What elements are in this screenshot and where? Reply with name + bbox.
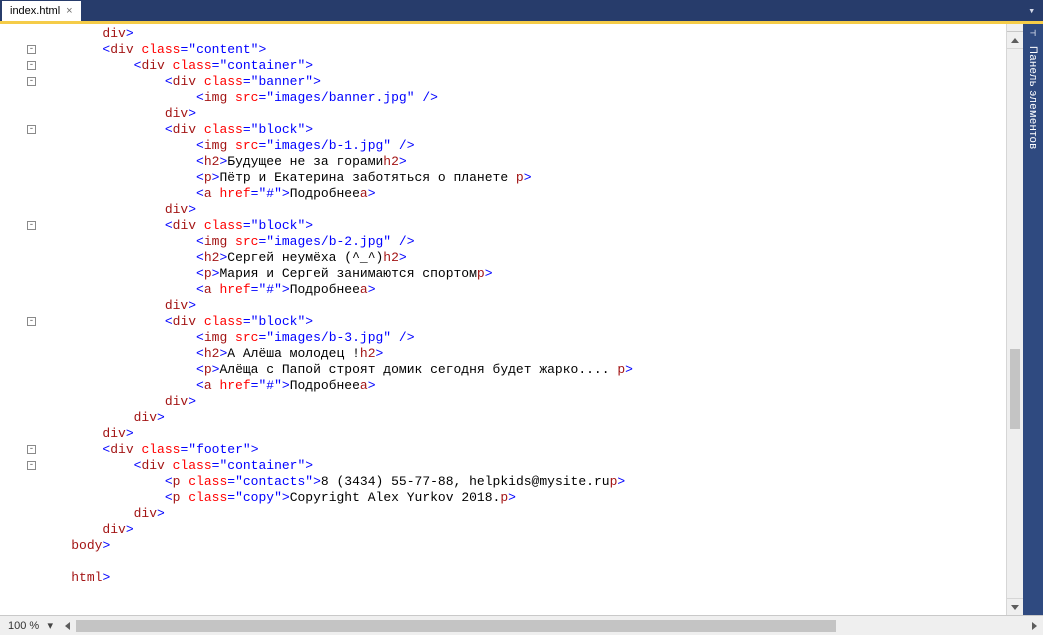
toolbox-collapsed-panel[interactable]: ⊣ Панель элементов <box>1023 24 1043 615</box>
code-line[interactable]: div> <box>40 410 1006 426</box>
code-line[interactable]: div> <box>40 202 1006 218</box>
tab-title: index.html <box>10 5 60 17</box>
code-line[interactable]: <div class="block"> <box>40 314 1006 330</box>
fold-toggle-icon[interactable]: - <box>27 77 36 86</box>
scroll-thumb[interactable] <box>1010 349 1020 429</box>
code-line[interactable]: <div class="block"> <box>40 122 1006 138</box>
zoom-level[interactable]: 100 % <box>0 620 45 632</box>
code-line[interactable]: div> <box>40 506 1006 522</box>
scroll-down-button[interactable] <box>1007 598 1023 615</box>
vertical-scrollbar[interactable] <box>1006 24 1023 615</box>
chevron-down-icon <box>1011 605 1019 610</box>
code-line[interactable]: <div class="content"> <box>40 42 1006 58</box>
split-handle[interactable] <box>1007 24 1023 32</box>
code-line[interactable]: div> <box>40 522 1006 538</box>
toolbox-label: Панель элементов <box>1027 46 1039 150</box>
chevron-left-icon <box>65 622 70 630</box>
hscroll-thumb[interactable] <box>76 620 836 632</box>
code-line[interactable]: <div class="container"> <box>40 58 1006 74</box>
scroll-track[interactable] <box>1007 49 1023 598</box>
close-icon[interactable]: × <box>66 6 72 17</box>
code-line[interactable]: body> <box>40 538 1006 554</box>
fold-toggle-icon[interactable]: - <box>27 221 36 230</box>
code-line[interactable]: <img src="images/banner.jpg" /> <box>40 90 1006 106</box>
code-line[interactable]: <p class="contacts">8 (3434) 55-77-88, h… <box>40 474 1006 490</box>
status-bar: 100 % ▾ <box>0 615 1043 635</box>
code-line[interactable]: <h2>Будущее не за горамиh2> <box>40 154 1006 170</box>
hscroll-track[interactable] <box>76 618 1026 634</box>
code-line[interactable]: div> <box>40 26 1006 42</box>
code-line[interactable]: <a href="#">Подробнееa> <box>40 378 1006 394</box>
fold-toggle-icon[interactable]: - <box>27 461 36 470</box>
code-editor[interactable]: div> <div class="content"> <div class="c… <box>40 24 1006 615</box>
hscroll-right-button[interactable] <box>1026 618 1043 634</box>
code-line[interactable]: <h2>А Алёша молодец !h2> <box>40 346 1006 362</box>
main-area: - - - - - - - - div> <div class="content"> <div… <box>0 24 1043 615</box>
code-line[interactable]: <img src="images/b-2.jpg" /> <box>40 234 1006 250</box>
fold-toggle-icon[interactable]: - <box>27 445 36 454</box>
document-tab-bar: index.html × ▾ <box>0 0 1043 21</box>
code-line[interactable]: <h2>Сергей неумёха (^_^)h2> <box>40 250 1006 266</box>
fold-toggle-icon[interactable]: - <box>27 45 36 54</box>
code-line[interactable]: div> <box>40 106 1006 122</box>
fold-toggle-icon[interactable]: - <box>27 317 36 326</box>
code-line[interactable]: <a href="#">Подробнееa> <box>40 186 1006 202</box>
code-line[interactable]: div> <box>40 298 1006 314</box>
hscroll-left-button[interactable] <box>59 618 76 634</box>
fold-toggle-icon[interactable]: - <box>27 61 36 70</box>
code-line[interactable]: <img src="images/b-1.jpg" /> <box>40 138 1006 154</box>
code-line[interactable]: <p>Пётр и Екатерина заботяться о планете… <box>40 170 1006 186</box>
code-line[interactable]: <div class="footer"> <box>40 442 1006 458</box>
code-line[interactable]: <div class="banner"> <box>40 74 1006 90</box>
pin-icon[interactable]: ⊣ <box>1030 28 1036 40</box>
code-line[interactable]: <div class="container"> <box>40 458 1006 474</box>
fold-gutter: - - - - - - - - <box>0 24 40 615</box>
chevron-right-icon <box>1032 622 1037 630</box>
chevron-up-icon <box>1011 38 1019 43</box>
fold-toggle-icon[interactable]: - <box>27 125 36 134</box>
code-line[interactable]: <p>Алёща с Папой строят домик сегодня бу… <box>40 362 1006 378</box>
code-line[interactable]: div> <box>40 426 1006 442</box>
app-root: index.html × ▾ - - - - - - - - div> <div class=… <box>0 0 1043 635</box>
horizontal-scrollbar[interactable] <box>59 618 1043 634</box>
code-line[interactable]: <div class="block"> <box>40 218 1006 234</box>
code-line[interactable]: <p class="copy">Copyright Alex Yurkov 20… <box>40 490 1006 506</box>
scroll-up-button[interactable] <box>1007 32 1023 49</box>
tab-overflow-chevron-icon[interactable]: ▾ <box>1028 4 1035 18</box>
code-line[interactable]: <img src="images/b-3.jpg" /> <box>40 330 1006 346</box>
code-line[interactable]: div> <box>40 394 1006 410</box>
code-line[interactable]: <a href="#">Подробнееa> <box>40 282 1006 298</box>
document-tab-indexhtml[interactable]: index.html × <box>2 1 81 21</box>
code-line[interactable] <box>40 554 1006 570</box>
code-line[interactable]: html> <box>40 570 1006 586</box>
zoom-dropdown-icon[interactable]: ▾ <box>45 619 55 632</box>
code-line[interactable]: <p>Мария и Сергей занимаются спортомp> <box>40 266 1006 282</box>
